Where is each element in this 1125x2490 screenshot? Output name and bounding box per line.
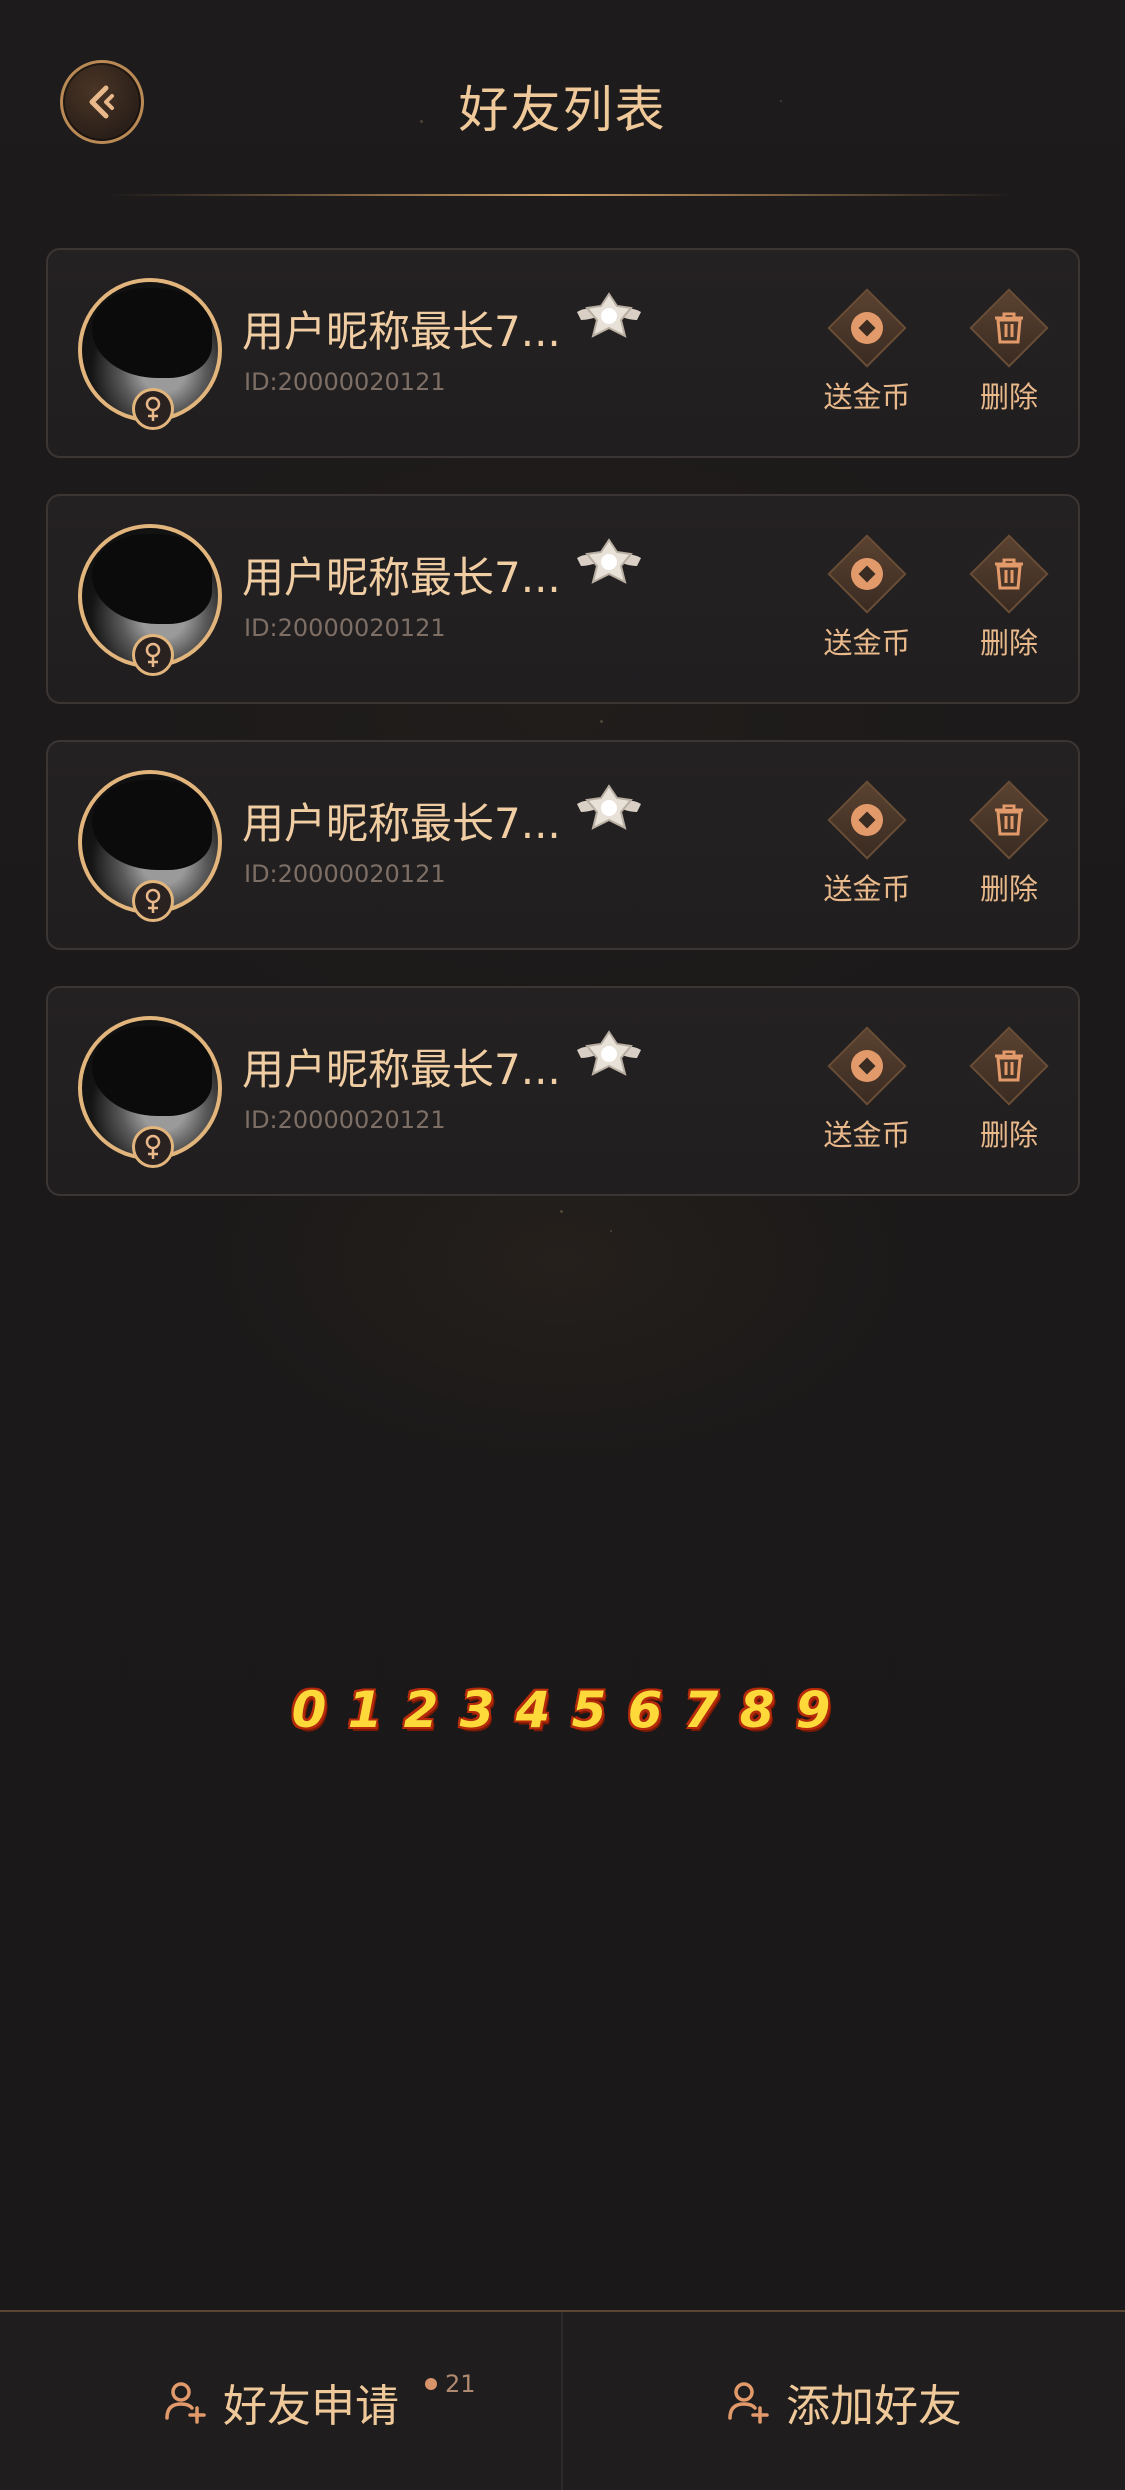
send-gold-coin-button[interactable]: 送金币 <box>812 780 922 908</box>
page-title: 好友列表 <box>458 81 667 139</box>
female-gender-icon <box>132 388 174 430</box>
header-divider <box>110 194 1015 196</box>
rank-badge-icon <box>573 290 645 350</box>
digit: 4 <box>515 1681 551 1739</box>
female-gender-icon <box>132 1126 174 1168</box>
digit-strip: 0 1 2 3 4 5 6 7 8 9 <box>285 1680 837 1740</box>
send-gold-coin-button[interactable]: 送金币 <box>812 1026 922 1154</box>
send-gold-coin-label: 送金币 <box>823 1118 911 1152</box>
rank-badge-icon <box>573 536 645 596</box>
friend-card: 用户昵称最长7... ID:20000020121 送金币 删除 <box>46 740 1080 950</box>
digit: 1 <box>347 1681 383 1739</box>
page-header: 好友列表 <box>0 0 1125 200</box>
friend-requests-button[interactable]: 好友申请 21 <box>0 2312 560 2490</box>
friend-id: ID:20000020121 <box>244 614 446 642</box>
friend-id: ID:20000020121 <box>244 1106 446 1134</box>
digit: 6 <box>627 1681 663 1739</box>
delete-friend-button[interactable]: 删除 <box>954 780 1064 908</box>
rank-badge-icon <box>573 1028 645 1088</box>
digit: 7 <box>683 1681 719 1739</box>
digit: 8 <box>739 1681 775 1739</box>
notification-dot-icon <box>425 2378 437 2390</box>
delete-friend-button[interactable]: 删除 <box>954 1026 1064 1154</box>
digit: 3 <box>459 1681 495 1739</box>
trash-icon <box>995 558 1023 590</box>
coin-icon <box>851 558 883 590</box>
send-gold-coin-button[interactable]: 送金币 <box>812 534 922 662</box>
add-friend-label: 添加好友 <box>786 2381 962 2432</box>
send-gold-coin-label: 送金币 <box>823 872 911 906</box>
send-gold-coin-label: 送金币 <box>823 626 911 660</box>
delete-friend-label: 删除 <box>979 626 1038 660</box>
digit: 2 <box>403 1681 439 1739</box>
add-friend-button[interactable]: 添加好友 <box>563 2312 1123 2490</box>
delete-friend-label: 删除 <box>979 872 1038 906</box>
coin-icon <box>851 1050 883 1082</box>
trash-icon <box>995 1050 1023 1082</box>
send-gold-coin-button[interactable]: 送金币 <box>812 288 922 416</box>
friend-card: 用户昵称最长7... ID:20000020121 送金币 删除 <box>46 494 1080 704</box>
friend-list: 用户昵称最长7... ID:20000020121 送金币 删除 用户昵称最长7… <box>46 248 1080 1232</box>
digit: 0 <box>291 1681 327 1739</box>
friend-requests-count: 21 <box>445 2370 476 2398</box>
friend-id: ID:20000020121 <box>244 860 446 888</box>
bottom-action-bar: 好友申请 21 添加好友 <box>0 2310 1125 2490</box>
friend-nickname: 用户昵称最长7... <box>242 1045 561 1094</box>
delete-friend-label: 删除 <box>979 1118 1038 1152</box>
friend-card: 用户昵称最长7... ID:20000020121 送金币 删除 <box>46 986 1080 1196</box>
delete-friend-button[interactable]: 删除 <box>954 288 1064 416</box>
friend-requests-label: 好友申请 <box>223 2381 399 2432</box>
friend-nickname: 用户昵称最长7... <box>242 553 561 602</box>
friend-list-screen: 好友列表 用户昵称最长7... ID:20000020121 送金币 删除 用户… <box>0 0 1125 2490</box>
friend-card: 用户昵称最长7... ID:20000020121 送金币 删除 <box>46 248 1080 458</box>
friend-nickname: 用户昵称最长7... <box>242 799 561 848</box>
delete-friend-label: 删除 <box>979 380 1038 414</box>
trash-icon <box>995 312 1023 344</box>
user-plus-icon <box>165 2382 206 2424</box>
coin-icon <box>851 804 883 836</box>
digit: 9 <box>795 1681 831 1739</box>
rank-badge-icon <box>573 782 645 842</box>
trash-icon <box>995 804 1023 836</box>
female-gender-icon <box>132 880 174 922</box>
send-gold-coin-label: 送金币 <box>823 380 911 414</box>
female-gender-icon <box>132 634 174 676</box>
delete-friend-button[interactable]: 删除 <box>954 534 1064 662</box>
friend-id: ID:20000020121 <box>244 368 446 396</box>
user-plus-icon <box>728 2382 769 2424</box>
coin-icon <box>851 312 883 344</box>
friend-requests-badge: 21 <box>425 2370 476 2398</box>
friend-nickname: 用户昵称最长7... <box>242 307 561 356</box>
digit: 5 <box>571 1681 607 1739</box>
